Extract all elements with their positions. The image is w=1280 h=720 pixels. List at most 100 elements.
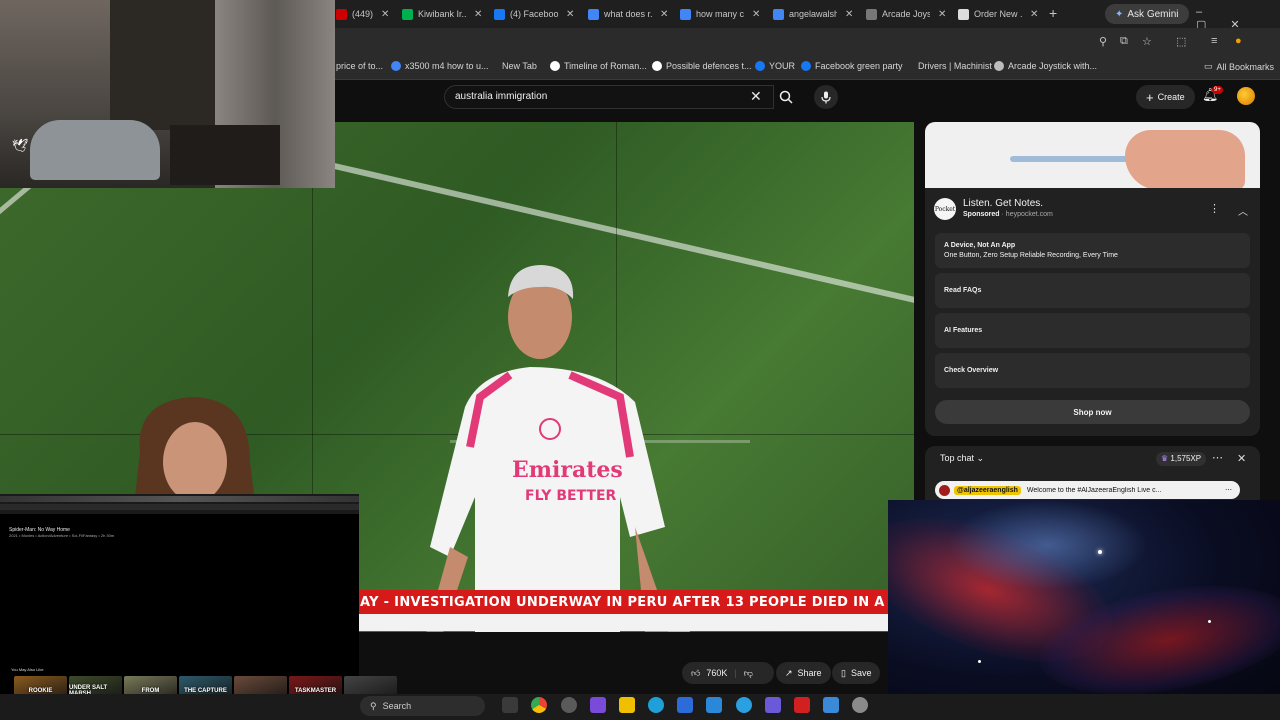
shirt-sponsor-text: Emirates <box>512 457 623 483</box>
browser-tab[interactable]: Order New ... ✕ <box>958 4 1038 24</box>
ad-sitelink[interactable]: AI Features <box>935 313 1250 348</box>
store-icon[interactable] <box>677 697 693 713</box>
microphone-icon[interactable] <box>814 85 838 109</box>
ad-sitelink[interactable]: Read FAQs <box>935 273 1250 308</box>
picture-in-picture-icon[interactable]: ⧉ <box>1120 35 1128 48</box>
like-count[interactable]: 760K <box>706 668 727 678</box>
browser-tab[interactable]: what does r... ✕ <box>588 4 668 24</box>
bookmark-favicon-icon <box>755 61 765 71</box>
bookmark-item[interactable]: Drivers | Machinist <box>918 61 992 71</box>
zoom-icon[interactable]: ⚲ <box>1099 35 1107 48</box>
app-icon[interactable] <box>794 697 810 713</box>
mail-icon[interactable] <box>706 697 722 713</box>
create-button[interactable]: + Create <box>1136 85 1195 109</box>
ad-banner-image[interactable] <box>925 122 1260 188</box>
app-icon[interactable] <box>823 697 839 713</box>
search-input[interactable]: australia immigration <box>444 85 774 109</box>
tab-favicon-icon <box>336 8 347 20</box>
browser-tab[interactable]: Arcade Joys... ✕ <box>866 4 946 24</box>
close-tab-icon[interactable]: ✕ <box>566 9 574 20</box>
bookmark-item[interactable]: Arcade Joystick with... <box>994 61 1097 71</box>
ad-sitelink-title: Read FAQs <box>944 287 982 294</box>
taskbar-search-label: Search <box>382 701 412 711</box>
bookmark-favicon-icon <box>801 61 811 71</box>
close-tab-icon[interactable]: ✕ <box>845 9 853 20</box>
telegram-icon[interactable] <box>736 697 752 713</box>
search-icon[interactable] <box>774 85 798 109</box>
reading-list-icon[interactable]: ≡ <box>1211 35 1217 47</box>
browser-tab[interactable]: (4) Facebook ✕ <box>494 4 574 24</box>
share-button[interactable]: ↗ Share <box>776 662 831 684</box>
close-icon[interactable]: ✕ <box>1237 452 1246 465</box>
chevron-up-icon[interactable]: ︿ <box>1238 203 1248 218</box>
browser-tab[interactable]: angelawalsh... ✕ <box>773 4 853 24</box>
ad-domain: heypocket.com <box>1005 211 1053 218</box>
close-tab-icon[interactable]: ✕ <box>474 9 482 20</box>
bookmark-label: Possible defences t... <box>666 61 752 71</box>
ask-gemini-button[interactable]: ✦ Ask Gemini <box>1105 4 1189 24</box>
tab-favicon-icon <box>402 8 413 20</box>
close-tab-icon[interactable]: ✕ <box>938 9 946 20</box>
bookmark-item[interactable]: New Tab <box>502 61 537 71</box>
chat-mode-dropdown[interactable]: Top chat ⌄ <box>940 453 984 464</box>
ad-sitelink-title: Check Overview <box>944 367 999 374</box>
bookmark-star-icon[interactable]: ☆ <box>1142 35 1152 48</box>
edge-icon[interactable] <box>648 697 664 713</box>
file-explorer-icon[interactable] <box>619 697 635 713</box>
pinned-message[interactable]: @aljazeeraenglish Welcome to the #AlJaze… <box>935 481 1240 499</box>
app-icon[interactable] <box>590 697 606 713</box>
ad-sitelink[interactable]: Check Overview <box>935 353 1250 388</box>
bookmark-label: price of to... <box>336 61 384 71</box>
bookmark-item[interactable]: YOUR <box>755 61 795 71</box>
save-button[interactable]: ▯ Save <box>832 662 881 684</box>
close-tab-icon[interactable]: ✕ <box>1030 9 1038 20</box>
ad-title[interactable]: Listen. Get Notes. <box>963 198 1043 209</box>
bookmark-item[interactable]: Possible defences t... <box>652 61 752 71</box>
bookmark-label: Timeline of Roman... <box>564 61 647 71</box>
taskbar-search[interactable]: ⚲ Search <box>360 696 485 716</box>
save-label: Save <box>850 668 872 678</box>
bookmark-item[interactable]: x3500 m4 how to u... <box>391 61 489 71</box>
chrome-icon[interactable] <box>531 697 547 713</box>
chair <box>170 125 280 185</box>
settings-icon[interactable] <box>852 697 868 713</box>
all-bookmarks-button[interactable]: ▭ All Bookmarks <box>1204 61 1274 72</box>
close-tab-icon[interactable]: ✕ <box>381 9 389 20</box>
bookmark-item[interactable]: Facebook green party <box>801 61 903 71</box>
bookmark-label: Drivers | Machinist <box>918 61 992 71</box>
more-options-icon[interactable]: ⋮ <box>1209 202 1220 215</box>
ad-sitelink[interactable]: A Device, Not An App One Button, Zero Se… <box>935 233 1250 268</box>
more-options-icon[interactable]: ⋯ <box>1212 451 1223 464</box>
create-label: Create <box>1157 92 1185 102</box>
profile-icon[interactable]: ● <box>1235 35 1242 47</box>
close-tab-icon[interactable]: ✕ <box>752 9 760 20</box>
tab-favicon-icon <box>680 8 691 20</box>
tab-favicon-icon <box>588 8 599 20</box>
bookmark-item[interactable]: price of to... <box>336 61 383 71</box>
shop-now-button[interactable]: Shop now <box>935 400 1250 424</box>
shirt-slogan-text: FLY BETTER <box>525 488 617 504</box>
browser-tab[interactable]: Kiwibank Ir... ✕ <box>402 4 482 24</box>
bookmark-item[interactable]: Timeline of Roman... <box>550 61 647 71</box>
app-icon[interactable] <box>561 697 577 713</box>
tab-label: what does r... <box>604 9 652 19</box>
more-options-icon[interactable]: ⋯ <box>1225 486 1232 494</box>
mini-tab-strip <box>0 496 359 502</box>
browser-tab[interactable]: (449) ✕ <box>336 4 389 24</box>
thumbs-down-icon[interactable]: 👎︎ <box>744 668 753 679</box>
clear-search-icon[interactable]: ✕ <box>750 88 762 105</box>
bookmark-label: New Tab <box>502 61 537 71</box>
account-avatar[interactable] <box>1237 87 1255 105</box>
browser-tab[interactable]: how many c... ✕ <box>680 4 760 24</box>
all-bookmarks-label: All Bookmarks <box>1216 61 1275 72</box>
close-tab-icon[interactable]: ✕ <box>660 9 668 20</box>
app-icon[interactable] <box>765 697 781 713</box>
task-view-icon[interactable] <box>502 697 518 713</box>
save-icon: ▯ <box>841 667 846 678</box>
extensions-icon[interactable]: ⬚ <box>1176 35 1186 48</box>
thumbs-up-icon[interactable]: 👍︎ <box>691 668 700 679</box>
tab-label: Kiwibank Ir... <box>418 9 466 19</box>
minimize-icon[interactable]: – <box>1196 6 1226 18</box>
new-tab-button[interactable]: + <box>1049 5 1057 21</box>
xp-badge[interactable]: ♛ 1,575XP <box>1156 452 1207 466</box>
